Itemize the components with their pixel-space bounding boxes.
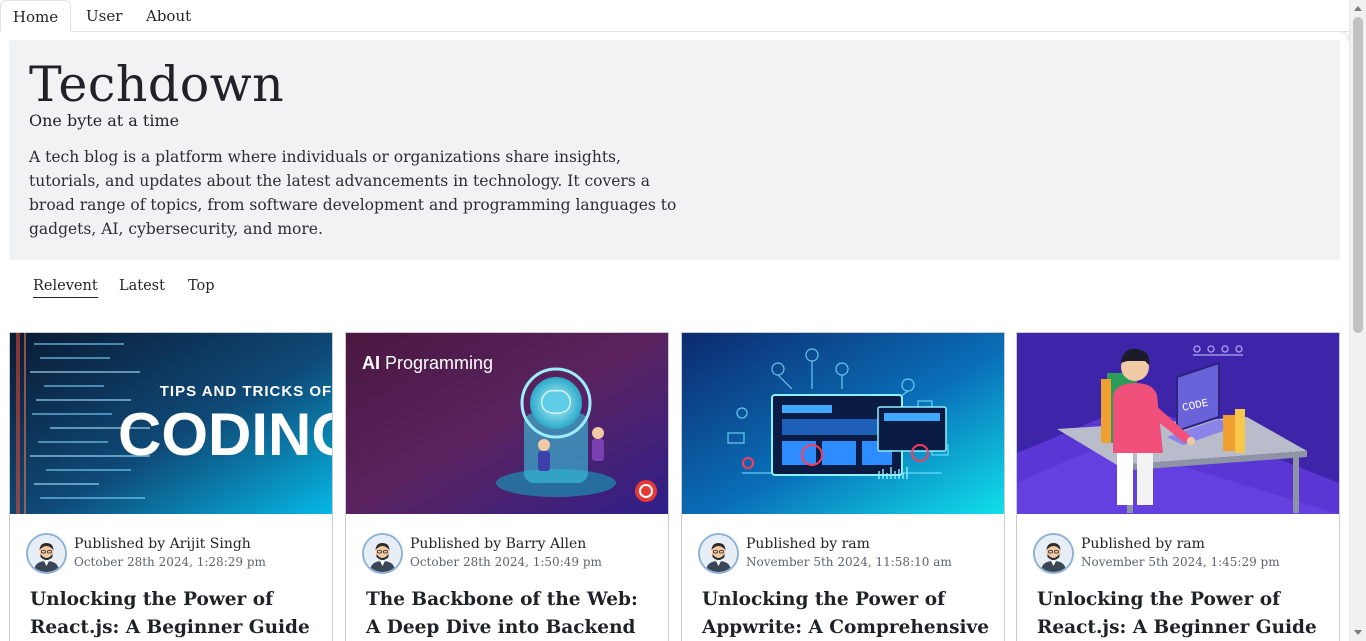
post-title[interactable]: Unlocking the Power of React.js: A Begin… — [30, 586, 322, 641]
tab-divider — [70, 31, 1349, 32]
post-title[interactable]: Unlocking the Power of React.js: A Begin… — [1037, 586, 1329, 641]
tab-home[interactable]: Home — [0, 0, 71, 32]
post-author: Published by Barry Allen — [410, 536, 587, 552]
post-card[interactable]: TIPS AND TRICKS OF CODING Published by A… — [9, 332, 333, 641]
scroll-up-arrow-icon[interactable] — [1354, 6, 1362, 11]
filter-latest[interactable]: Latest — [119, 276, 165, 296]
post-thumbnail: TIPS AND TRICKS OF CODING — [10, 333, 332, 514]
post-card[interactable]: AI Programming Published by Barry Allen … — [345, 332, 669, 641]
post-thumbnail: AI Programming — [346, 333, 668, 514]
post-meta: Published by ram November 5th 2024, 1:45… — [1033, 533, 1333, 575]
thumbnail-caption-main: CODING — [118, 401, 332, 468]
author-avatar — [362, 533, 403, 574]
post-date: November 5th 2024, 11:58:10 am — [746, 555, 952, 569]
filter-relevant[interactable]: Relevent — [33, 276, 98, 298]
site-title: Techdown — [29, 56, 285, 113]
post-card[interactable]: Published by ram November 5th 2024, 11:5… — [681, 332, 1005, 641]
author-avatar — [26, 533, 67, 574]
post-title[interactable]: Unlocking the Power of Appwrite: A Compr… — [702, 586, 994, 641]
post-meta: Published by ram November 5th 2024, 11:5… — [698, 533, 998, 575]
post-title[interactable]: The Backbone of the Web: A Deep Dive int… — [366, 586, 658, 641]
hero-banner: Techdown One byte at a time A tech blog … — [9, 40, 1340, 260]
post-thumbnail: CODE — [1017, 333, 1339, 514]
post-date: November 5th 2024, 1:45:29 pm — [1081, 555, 1280, 569]
post-meta: Published by Barry Allen October 28th 20… — [362, 533, 662, 575]
scrollbar-thumb[interactable] — [1353, 17, 1363, 333]
post-meta: Published by Arijit Singh October 28th 2… — [26, 533, 326, 575]
author-avatar — [698, 533, 739, 574]
post-author: Published by Arijit Singh — [74, 536, 251, 552]
thumbnail-caption-top: TIPS AND TRICKS OF — [160, 383, 332, 400]
site-tagline: One byte at a time — [29, 111, 180, 130]
tab-about[interactable]: About — [146, 0, 191, 32]
post-date: October 28th 2024, 1:28:29 pm — [74, 555, 266, 569]
filter-top[interactable]: Top — [188, 276, 215, 296]
post-author: Published by ram — [746, 536, 870, 552]
scroll-down-arrow-icon[interactable] — [1354, 630, 1362, 635]
thumbnail-caption: AI Programming — [362, 353, 493, 373]
post-author: Published by ram — [1081, 536, 1205, 552]
tab-user[interactable]: User — [86, 0, 122, 32]
post-thumbnail — [682, 333, 1004, 514]
top-nav: Home User About — [0, 0, 1349, 41]
page-scrollbar[interactable] — [1349, 0, 1366, 641]
post-date: October 28th 2024, 1:50:49 pm — [410, 555, 602, 569]
post-card[interactable]: CODE Published by ram November 5th 2024,… — [1016, 332, 1340, 641]
author-avatar — [1033, 533, 1074, 574]
site-description: A tech blog is a platform where individu… — [29, 148, 677, 238]
